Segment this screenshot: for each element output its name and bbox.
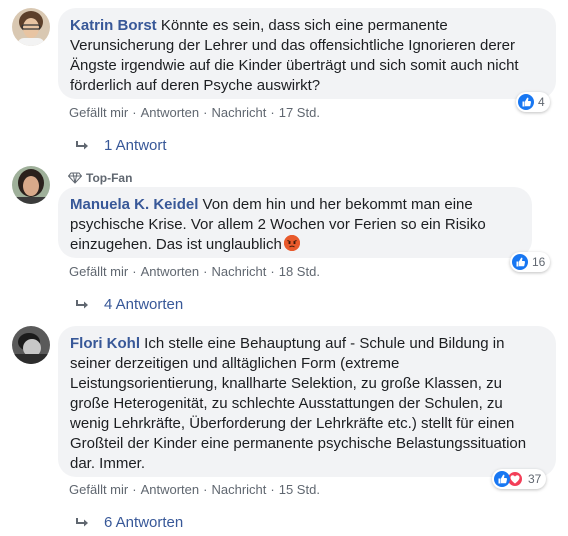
reply-arrow-icon <box>76 517 88 526</box>
timestamp[interactable]: 15 Std. <box>279 482 320 497</box>
badge-label: Top-Fan <box>86 171 133 185</box>
reply-link[interactable]: Antworten <box>141 105 200 120</box>
view-replies-link[interactable]: 6 Antworten <box>76 514 183 531</box>
angry-face-icon <box>283 235 300 251</box>
avatar[interactable] <box>12 326 50 364</box>
view-replies-link[interactable]: 4 Antworten <box>76 296 183 313</box>
reaction-summary[interactable]: 16 <box>510 252 551 272</box>
reply-link[interactable]: Antworten <box>141 264 200 279</box>
comment-text: Ich stelle eine Behauptung auf - Schule … <box>70 335 527 472</box>
thumbs-up-icon <box>494 471 510 487</box>
reaction-count: 37 <box>528 472 542 486</box>
comment-actions: Gefällt mir · Antworten · Nachricht · 17 Std. <box>69 105 320 120</box>
avatar[interactable] <box>12 8 50 46</box>
reaction-count: 16 <box>532 255 546 269</box>
message-link[interactable]: Nachricht <box>211 482 266 497</box>
reply-link[interactable]: Antworten <box>141 482 200 497</box>
comment-author[interactable]: Katrin Borst <box>70 17 157 34</box>
diamond-icon <box>68 172 82 184</box>
timestamp[interactable]: 17 Std. <box>279 105 320 120</box>
reaction-summary[interactable]: 37 <box>492 469 547 489</box>
reply-arrow-icon <box>76 140 88 149</box>
reaction-count: 4 <box>538 95 545 109</box>
thumbs-up-icon <box>518 94 534 110</box>
like-link[interactable]: Gefällt mir <box>69 482 128 497</box>
reaction-summary[interactable]: 4 <box>516 92 550 112</box>
like-link[interactable]: Gefällt mir <box>69 105 128 120</box>
message-link[interactable]: Nachricht <box>211 264 266 279</box>
comment-bubble: Katrin Borst Könnte es sein, dass sich e… <box>58 8 556 99</box>
message-link[interactable]: Nachricht <box>211 105 266 120</box>
reply-arrow-icon <box>76 299 88 308</box>
thumbs-up-icon <box>512 254 528 270</box>
replies-label: 6 Antworten <box>104 514 184 531</box>
like-link[interactable]: Gefällt mir <box>69 264 128 279</box>
replies-label: 4 Antworten <box>104 296 184 313</box>
comment-author[interactable]: Flori Kohl <box>70 335 140 352</box>
view-replies-link[interactable]: 1 Antwort <box>76 137 167 154</box>
timestamp[interactable]: 18 Std. <box>279 264 320 279</box>
avatar[interactable] <box>12 166 50 204</box>
comment-author[interactable]: Manuela K. Keidel <box>70 196 198 213</box>
comment-bubble: Flori Kohl Ich stelle eine Behauptung au… <box>58 326 556 477</box>
comment-bubble: Manuela K. Keidel Von dem hin und her be… <box>58 187 532 258</box>
top-fan-badge: Top-Fan <box>68 171 132 185</box>
comment-actions: Gefällt mir · Antworten · Nachricht · 15 Std. <box>69 482 320 497</box>
replies-label: 1 Antwort <box>104 137 167 154</box>
comment-actions: Gefällt mir · Antworten · Nachricht · 18 Std. <box>69 264 320 279</box>
